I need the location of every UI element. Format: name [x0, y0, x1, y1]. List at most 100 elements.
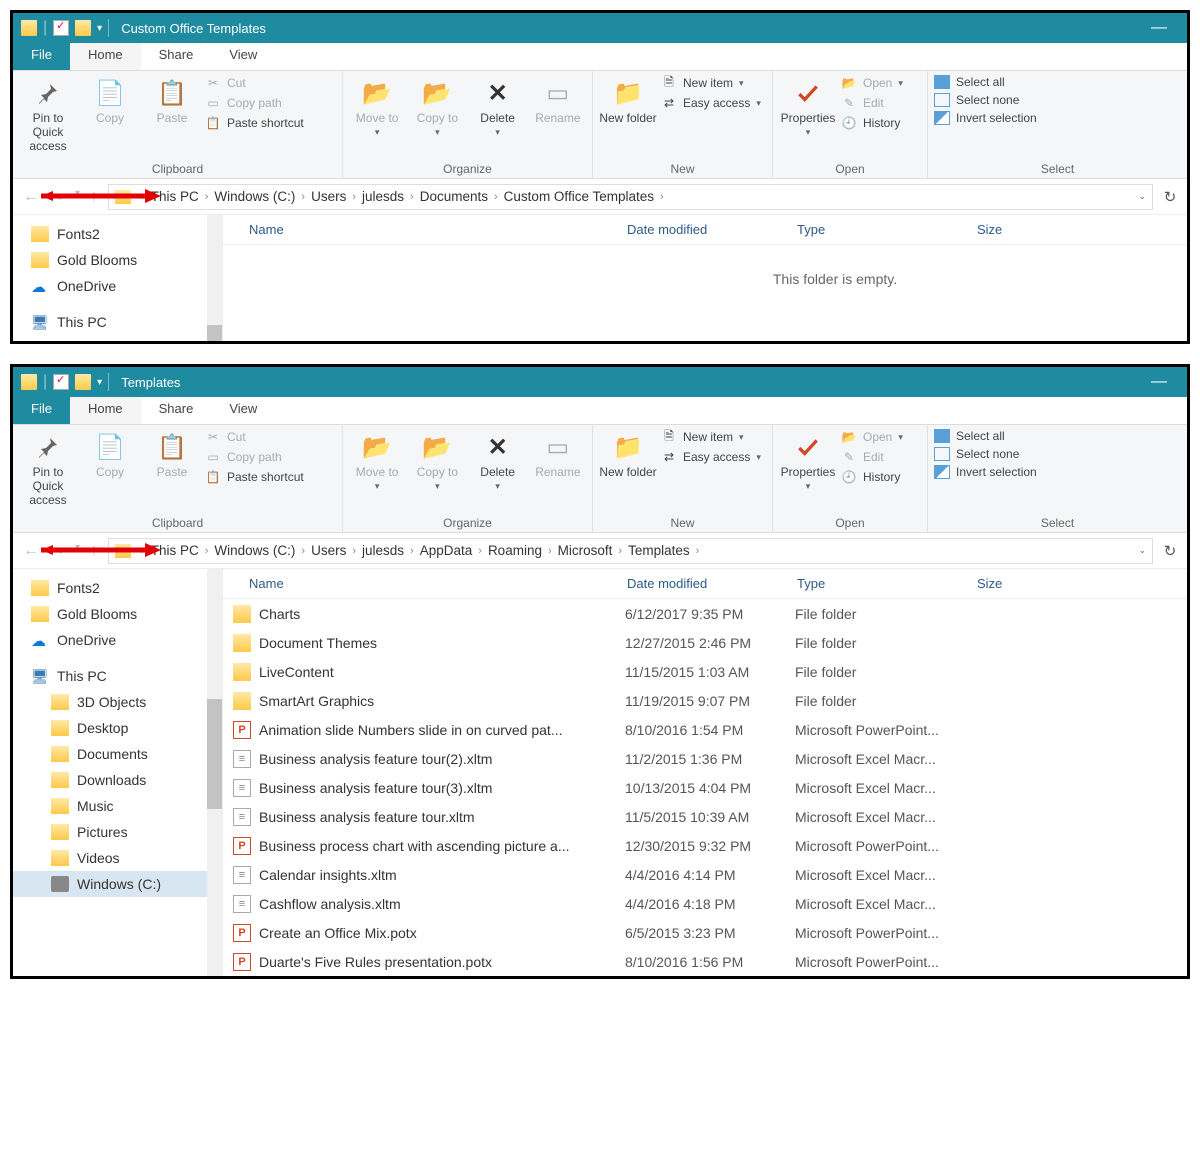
file-row[interactable]: ≡ Calendar insights.xltm 4/4/2016 4:14 P… — [223, 860, 1187, 889]
nav-item[interactable]: Gold Blooms — [13, 601, 222, 627]
breadcrumb-segment[interactable]: Microsoft — [558, 543, 613, 558]
qat-dropdown-icon[interactable]: ▾ — [97, 23, 102, 34]
file-row[interactable]: LiveContent 11/15/2015 1:03 AM File fold… — [223, 657, 1187, 686]
recent-button[interactable]: ▾ — [75, 542, 80, 560]
breadcrumb-segment[interactable]: Users — [311, 543, 346, 558]
file-row[interactable]: SmartArt Graphics 11/19/2015 9:07 PM Fil… — [223, 686, 1187, 715]
breadcrumb-segment[interactable]: Windows (C:) — [214, 189, 295, 204]
file-row[interactable]: P Create an Office Mix.potx 6/5/2015 3:2… — [223, 918, 1187, 947]
tab-share[interactable]: Share — [141, 43, 212, 70]
breadcrumb-segment[interactable]: julesds — [362, 189, 404, 204]
file-row[interactable]: Charts 6/12/2017 9:35 PM File folder — [223, 599, 1187, 628]
col-type[interactable]: Type — [787, 576, 967, 591]
properties-qat-icon[interactable] — [53, 20, 69, 36]
scrollbar-track[interactable] — [207, 569, 222, 976]
delete-button[interactable]: ✕Delete▾ — [470, 429, 526, 492]
copy-path-button[interactable]: ▭Copy path — [205, 449, 304, 465]
new-folder-qat-icon[interactable] — [75, 20, 91, 36]
tab-home[interactable]: Home — [70, 397, 141, 424]
history-button[interactable]: 🕘History — [841, 469, 903, 485]
tab-view[interactable]: View — [211, 397, 275, 424]
easy-access-button[interactable]: ⇄Easy access ▾ — [661, 449, 761, 465]
select-none-button[interactable]: Select none — [934, 93, 1037, 107]
col-size[interactable]: Size — [967, 222, 1027, 237]
nav-item[interactable]: ☁OneDrive — [13, 627, 222, 653]
easy-access-button[interactable]: ⇄Easy access ▾ — [661, 95, 761, 111]
chevron-down-icon[interactable]: ⌄ — [1138, 191, 1146, 202]
nav-item[interactable]: Gold Blooms — [13, 247, 222, 273]
breadcrumb-segment[interactable]: Windows (C:) — [214, 543, 295, 558]
new-item-button[interactable]: 🗎New item ▾ — [661, 429, 761, 445]
select-all-button[interactable]: Select all — [934, 429, 1037, 443]
properties-qat-icon[interactable] — [53, 374, 69, 390]
breadcrumb-segment[interactable]: julesds — [362, 543, 404, 558]
properties-button[interactable]: Properties▾ — [779, 75, 837, 138]
rename-button[interactable]: ▭Rename — [530, 429, 586, 479]
new-folder-qat-icon[interactable] — [75, 374, 91, 390]
cut-button[interactable]: ✂Cut — [205, 429, 304, 445]
breadcrumb-segment[interactable]: Roaming — [488, 543, 542, 558]
new-folder-button[interactable]: 📁New folder — [599, 429, 657, 479]
col-type[interactable]: Type — [787, 222, 967, 237]
nav-item[interactable]: Videos — [13, 845, 222, 871]
breadcrumb[interactable]: ›This PC›Windows (C:)›Users›julesds›AppD… — [108, 538, 1153, 564]
file-row[interactable]: ≡ Cashflow analysis.xltm 4/4/2016 4:18 P… — [223, 889, 1187, 918]
select-all-button[interactable]: Select all — [934, 75, 1037, 89]
history-button[interactable]: 🕘History — [841, 115, 903, 131]
cut-button[interactable]: ✂Cut — [205, 75, 304, 91]
rename-button[interactable]: ▭Rename — [530, 75, 586, 125]
file-row[interactable]: P Business process chart with ascending … — [223, 831, 1187, 860]
tab-share[interactable]: Share — [141, 397, 212, 424]
nav-item[interactable]: Fonts2 — [13, 221, 222, 247]
breadcrumb-segment[interactable]: This PC — [151, 543, 199, 558]
breadcrumb-segment[interactable]: This PC — [151, 189, 199, 204]
titlebar[interactable]: | ▾ Templates — — [13, 367, 1187, 397]
breadcrumb-segment[interactable]: AppData — [420, 543, 473, 558]
nav-item[interactable]: Downloads — [13, 767, 222, 793]
file-row[interactable]: ≡ Business analysis feature tour(3).xltm… — [223, 773, 1187, 802]
up-button[interactable]: ↑ — [90, 542, 98, 560]
forward-button[interactable]: → — [49, 188, 65, 206]
new-item-button[interactable]: 🗎New item ▾ — [661, 75, 761, 91]
nav-item[interactable]: 🖥This PC — [13, 309, 222, 335]
move-to-button[interactable]: 📂Move to▾ — [349, 75, 405, 138]
file-row[interactable]: P Duarte's Five Rules presentation.potx … — [223, 947, 1187, 976]
nav-item[interactable]: 3D Objects — [13, 689, 222, 715]
col-date[interactable]: Date modified — [617, 576, 787, 591]
breadcrumb-segment[interactable]: Users — [311, 189, 346, 204]
open-button[interactable]: 📂Open ▾ — [841, 429, 903, 445]
properties-button[interactable]: Properties▾ — [779, 429, 837, 492]
move-to-button[interactable]: 📂Move to▾ — [349, 429, 405, 492]
new-folder-button[interactable]: 📁New folder — [599, 75, 657, 125]
scrollbar-thumb[interactable] — [207, 325, 222, 341]
forward-button[interactable]: → — [49, 542, 65, 560]
breadcrumb-segment[interactable]: Custom Office Templates — [504, 189, 654, 204]
nav-item[interactable]: Desktop — [13, 715, 222, 741]
tab-file[interactable]: File — [13, 397, 70, 424]
pin-to-quick-access-button[interactable]: Pin to Quick access — [19, 75, 77, 153]
paste-button[interactable]: 📋 Paste — [143, 75, 201, 125]
invert-selection-button[interactable]: Invert selection — [934, 465, 1037, 479]
copy-button[interactable]: 📄 Copy — [81, 75, 139, 125]
file-row[interactable]: ≡ Business analysis feature tour(2).xltm… — [223, 744, 1187, 773]
nav-item[interactable]: 🖥This PC — [13, 663, 222, 689]
tab-file[interactable]: File — [13, 43, 70, 70]
edit-button[interactable]: ✎Edit — [841, 95, 903, 111]
qat-dropdown-icon[interactable]: ▾ — [97, 377, 102, 388]
minimize-button[interactable]: — — [1139, 13, 1179, 43]
nav-item[interactable]: Music — [13, 793, 222, 819]
paste-shortcut-button[interactable]: 📋Paste shortcut — [205, 115, 304, 131]
delete-button[interactable]: ✕Delete▾ — [470, 75, 526, 138]
breadcrumb-segment[interactable]: Documents — [420, 189, 488, 204]
file-row[interactable]: Document Themes 12/27/2015 2:46 PM File … — [223, 628, 1187, 657]
open-button[interactable]: 📂Open ▾ — [841, 75, 903, 91]
col-date[interactable]: Date modified — [617, 222, 787, 237]
chevron-down-icon[interactable]: ⌄ — [1138, 545, 1146, 556]
copy-to-button[interactable]: 📂Copy to▾ — [409, 75, 465, 138]
scrollbar-track[interactable] — [207, 215, 222, 341]
col-name[interactable]: Name — [223, 576, 617, 591]
paste-button[interactable]: 📋 Paste — [143, 429, 201, 479]
col-size[interactable]: Size — [967, 576, 1027, 591]
minimize-button[interactable]: — — [1139, 367, 1179, 397]
refresh-button[interactable]: ↻ — [1159, 542, 1181, 560]
